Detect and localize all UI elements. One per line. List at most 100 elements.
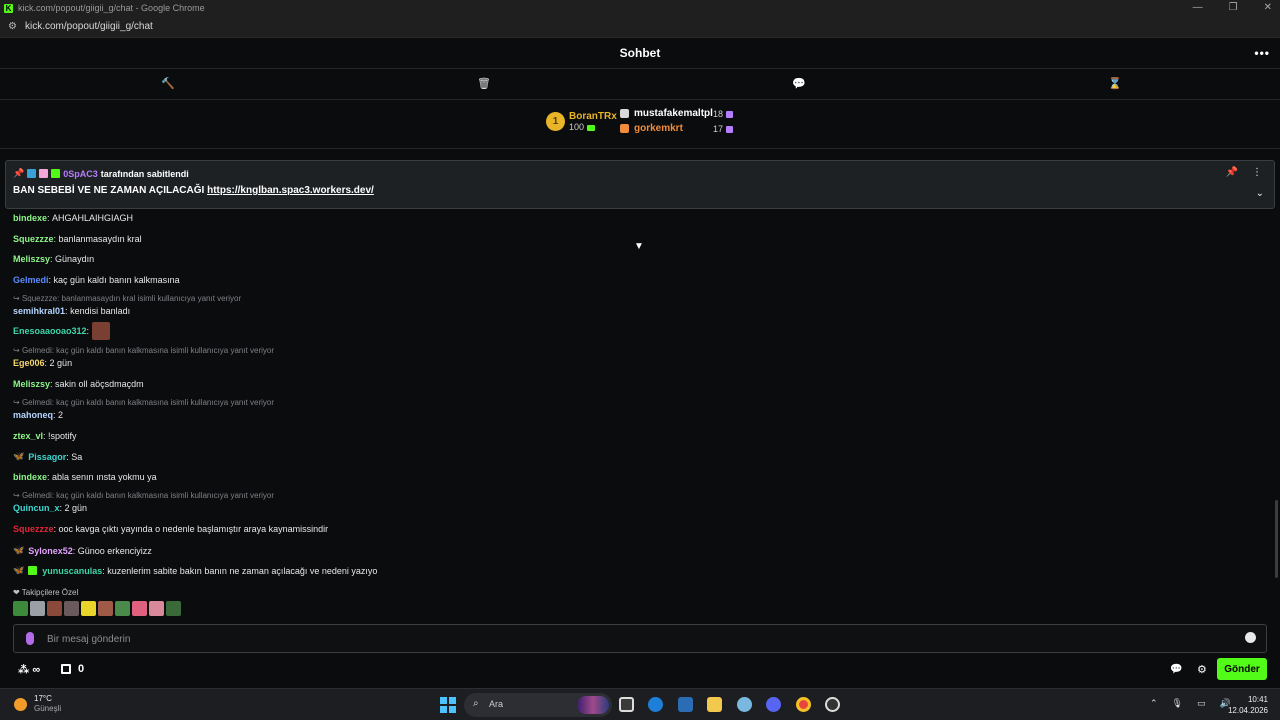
chat-username[interactable]: ztex_vl bbox=[13, 431, 43, 441]
chevron-up-icon[interactable]: ⌃ bbox=[1150, 698, 1158, 709]
mod-toolbar: 🔨 🗑 💬 ⌛ bbox=[0, 69, 1280, 100]
chat-username[interactable]: Pissagor bbox=[28, 452, 66, 462]
emote-icon[interactable] bbox=[47, 601, 62, 616]
network-icon[interactable]: ▭ bbox=[1197, 698, 1206, 709]
emote-icon[interactable] bbox=[115, 601, 130, 616]
close-icon[interactable]: ✕ bbox=[1264, 0, 1272, 16]
store-icon bbox=[61, 664, 71, 674]
reply-text: Gelmedi: kaç gün kaldı banın kalkmasına … bbox=[21, 398, 275, 407]
chat-scrollbar[interactable] bbox=[1275, 500, 1278, 578]
emoji-picker-icon[interactable] bbox=[1245, 632, 1256, 643]
emote-icon[interactable] bbox=[98, 601, 113, 616]
chat-username[interactable]: Squezzze bbox=[13, 524, 54, 534]
sub-icon bbox=[726, 125, 734, 133]
badge-icon bbox=[27, 169, 37, 178]
trash-icon[interactable]: 🗑 bbox=[477, 77, 491, 90]
sub-badge-icon bbox=[28, 566, 38, 575]
emote-icon[interactable] bbox=[13, 601, 28, 616]
emote-icon[interactable] bbox=[30, 601, 45, 616]
minimize-icon[interactable]: — bbox=[1193, 0, 1203, 16]
chat-username[interactable]: Meliszsy bbox=[13, 379, 50, 389]
butterfly-icon: 🦋 bbox=[13, 451, 25, 461]
chat-header: Sohbet ••• bbox=[0, 38, 1280, 69]
chat-users-icon[interactable]: 💬 bbox=[1170, 664, 1182, 675]
hammer-icon[interactable]: 🔨 bbox=[161, 77, 175, 90]
microphone-icon[interactable] bbox=[26, 632, 34, 645]
chat-username[interactable]: semihkral01 bbox=[13, 306, 65, 316]
chat-message: Squezzze: ooc kavga çıktı yayında o nede… bbox=[13, 524, 329, 534]
pinned-link[interactable]: https://knglban.spac3.workers.dev/ bbox=[207, 185, 374, 196]
emote-icon[interactable] bbox=[166, 601, 181, 616]
message-input[interactable] bbox=[47, 631, 1227, 647]
leaderboard-name: mustafakemaltpl bbox=[634, 108, 713, 119]
pinned-by-user[interactable]: 0SpAC3 bbox=[63, 169, 98, 179]
pinned-message: 📌 0SpAC3 tarafından sabitlendi BAN SEBEB… bbox=[5, 160, 1275, 209]
chat-username[interactable]: bindexe bbox=[13, 213, 47, 223]
chat-username[interactable]: Meliszsy bbox=[13, 254, 50, 264]
chat-messages: bindexe: AHGAHLAIHGIAGH Squezzze: banlan… bbox=[0, 210, 1280, 620]
chat-message: Quincun_x: 2 gün bbox=[13, 503, 88, 513]
site-settings-icon[interactable]: ⚙ bbox=[8, 21, 17, 32]
chat-username[interactable]: Enesoaaooao312 bbox=[13, 326, 87, 336]
store-app-icon[interactable] bbox=[678, 697, 693, 712]
pinned-menu-icon[interactable]: ⋮ bbox=[1252, 167, 1262, 178]
store-button[interactable]: 0 bbox=[61, 663, 84, 675]
task-view-icon[interactable] bbox=[619, 697, 634, 712]
chat-username[interactable]: Sylonex52 bbox=[28, 546, 73, 556]
emote-icon[interactable] bbox=[149, 601, 164, 616]
taskbar-search[interactable]: ⌕ Ara bbox=[464, 693, 612, 717]
points-infinity: ∞ bbox=[32, 664, 41, 676]
store-count: 0 bbox=[78, 663, 85, 675]
leaderboard-row[interactable]: gorkemkrt 17 bbox=[620, 123, 740, 134]
weather-widget[interactable]: 17°C Güneşli bbox=[14, 694, 61, 714]
chat-bubble-icon[interactable]: 💬 bbox=[792, 77, 806, 90]
message-composer[interactable] bbox=[13, 624, 1267, 653]
microphone-tray-icon[interactable]: 🎙 bbox=[1172, 698, 1183, 709]
clock-time: 10:41 bbox=[1247, 695, 1268, 704]
chat-text: 2 gün bbox=[64, 503, 88, 513]
settings-app-icon[interactable] bbox=[737, 697, 752, 712]
unpin-icon[interactable]: 📌 bbox=[1226, 167, 1238, 178]
chat-text: 2 bbox=[58, 410, 64, 420]
restore-icon[interactable]: ❐ bbox=[1229, 0, 1238, 16]
chat-username[interactable]: yunuscanulas bbox=[42, 566, 102, 576]
chat-username[interactable]: Squezzze bbox=[13, 234, 54, 244]
chat-username[interactable]: mahoneq bbox=[13, 410, 53, 420]
url-text[interactable]: kick.com/popout/giigii_g/chat bbox=[25, 21, 153, 32]
chat-username[interactable]: Gelmedi bbox=[13, 275, 49, 285]
send-button[interactable]: Gönder bbox=[1217, 658, 1267, 680]
emote-icon[interactable] bbox=[64, 601, 79, 616]
chat-username[interactable]: bindexe bbox=[13, 472, 47, 482]
emote-icon[interactable] bbox=[132, 601, 147, 616]
leaderboard-first[interactable]: 1 BoranTRx 100 bbox=[546, 111, 617, 132]
leaderboard-first-count: 100 bbox=[569, 122, 585, 132]
reply-context[interactable]: ↪ Gelmedi: kaç gün kaldı banın kalkmasın… bbox=[13, 398, 274, 407]
gift-leaderboard: 1 BoranTRx 100 mustafakemaltpl 18 gorkem… bbox=[0, 100, 1280, 252]
chat-username[interactable]: Ege006 bbox=[13, 358, 45, 368]
hourglass-icon[interactable]: ⌛ bbox=[1108, 77, 1122, 90]
system-clock[interactable]: 10:41 12.04.2026 bbox=[1228, 694, 1268, 716]
reply-context[interactable]: ↪ Gelmedi: kaç gün kaldı banın kalkmasın… bbox=[13, 491, 274, 500]
windows-start-icon[interactable] bbox=[440, 697, 456, 713]
leaderboard-row[interactable]: mustafakemaltpl 18 bbox=[620, 108, 740, 119]
chat-text: !spotify bbox=[48, 431, 77, 441]
app-icon[interactable] bbox=[825, 697, 840, 712]
emote-icon[interactable] bbox=[81, 601, 96, 616]
bronze-badge-icon bbox=[620, 124, 629, 133]
edge-icon[interactable] bbox=[648, 697, 663, 712]
chevron-down-icon[interactable]: ⌄ bbox=[1256, 188, 1264, 199]
emote-image bbox=[92, 322, 111, 340]
chat-text: banlanmasaydın kral bbox=[58, 234, 142, 244]
more-options-icon[interactable]: ••• bbox=[1254, 46, 1270, 60]
gear-icon[interactable]: ⚙ bbox=[1197, 663, 1207, 676]
chrome-icon[interactable] bbox=[796, 697, 811, 712]
reply-context[interactable]: ↪ Squezzze: banlanmasaydın kral isimli k… bbox=[13, 294, 241, 303]
file-explorer-icon[interactable] bbox=[707, 697, 722, 712]
address-bar[interactable]: ⚙ kick.com/popout/giigii_g/chat bbox=[0, 16, 1280, 38]
points-icon[interactable]: ⁂ ∞ bbox=[18, 663, 40, 676]
discord-icon[interactable] bbox=[766, 697, 781, 712]
reply-context[interactable]: ↪ Gelmedi: kaç gün kaldı banın kalkmasın… bbox=[13, 346, 274, 355]
chat-username[interactable]: Quincun_x bbox=[13, 503, 60, 513]
chat-message: bindexe: AHGAHLAIHGIAGH bbox=[13, 213, 134, 223]
gift-icon bbox=[587, 124, 596, 131]
